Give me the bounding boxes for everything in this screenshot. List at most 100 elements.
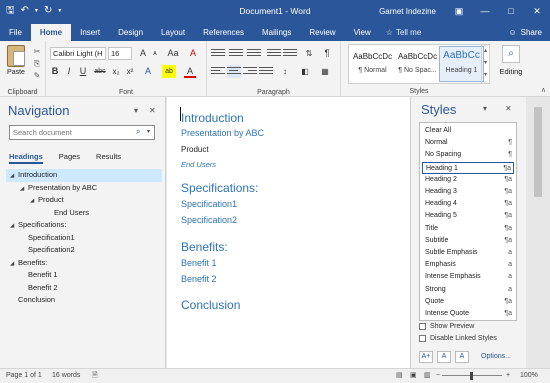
pane-options-icon[interactable]: ▾ — [483, 104, 487, 113]
zoom-slider-knob[interactable] — [470, 372, 473, 380]
tab-home[interactable]: Home — [30, 24, 72, 41]
document-heading[interactable]: Presentation by ABC — [181, 128, 264, 138]
document-heading[interactable]: Specifications: — [181, 181, 258, 195]
tab-references[interactable]: References — [194, 24, 253, 41]
subscript-button[interactable]: x₂ — [110, 65, 122, 78]
tree-item[interactable]: Specification1 — [6, 232, 162, 245]
web-layout-icon[interactable]: ▥ — [424, 369, 431, 383]
zoom-level[interactable]: 100% — [520, 369, 538, 383]
new-style-icon[interactable]: A+ — [419, 351, 433, 363]
style-item[interactable]: Clear All — [422, 125, 514, 137]
numbering-icon[interactable] — [229, 47, 243, 60]
tree-item[interactable]: ◢ Specifications: — [6, 219, 162, 232]
document-heading[interactable]: Product — [181, 145, 209, 154]
show-marks-icon[interactable]: ¶ — [321, 47, 333, 60]
share-button[interactable]: ☺ Share — [508, 24, 550, 41]
maximize-icon[interactable]: □ — [498, 0, 524, 22]
underline-button[interactable]: U — [78, 65, 88, 78]
tree-item[interactable]: ◢ Presentation by ABC — [6, 182, 162, 195]
scroll-thumb[interactable] — [534, 107, 542, 197]
document-heading[interactable]: End Users — [181, 160, 216, 169]
style-item[interactable]: Strong a — [422, 284, 514, 296]
style-normal[interactable]: AaBbCcDc ¶ Normal — [350, 46, 395, 82]
align-right-icon[interactable] — [243, 65, 257, 78]
customize-icon[interactable]: ▾ — [58, 8, 61, 14]
sort-icon[interactable]: ⇅ — [303, 47, 315, 60]
change-case-button[interactable]: Aa — [166, 47, 180, 60]
tab-design[interactable]: Design — [109, 24, 152, 41]
document-heading[interactable]: Benefit 2 — [181, 274, 217, 284]
tab-pages[interactable]: Pages — [59, 152, 80, 164]
save-icon[interactable]: 🖫 — [6, 6, 15, 16]
print-layout-icon[interactable]: ▣ — [410, 369, 417, 383]
document-heading[interactable]: Specification2 — [181, 215, 237, 225]
read-mode-icon[interactable]: ▤ — [396, 369, 403, 383]
tree-item[interactable]: Benefit 1 — [6, 269, 162, 282]
align-center-icon[interactable] — [227, 65, 241, 78]
tab-view[interactable]: View — [345, 24, 380, 41]
style-item[interactable]: Intense Quote ¶a — [422, 308, 514, 320]
minimize-icon[interactable]: — — [472, 0, 498, 22]
tell-me-box[interactable]: ☆ Tell me — [380, 24, 428, 41]
paste-button[interactable]: Paste — [4, 45, 28, 76]
font-name-box[interactable]: Calibri Light (H — [50, 47, 106, 60]
style-item[interactable]: Title ¶a — [422, 223, 514, 235]
bold-button[interactable]: B — [50, 65, 60, 78]
superscript-button[interactable]: x² — [124, 65, 136, 78]
user-name[interactable]: Garnet Indezine — [379, 7, 436, 16]
increase-indent-icon[interactable] — [283, 47, 297, 60]
italic-button[interactable]: I — [64, 65, 74, 78]
borders-icon[interactable]: ▦ — [319, 65, 331, 78]
tree-item[interactable]: ◢ Introduction — [6, 169, 162, 182]
tab-layout[interactable]: Layout — [152, 24, 194, 41]
tree-item[interactable]: Benefit 2 — [6, 282, 162, 295]
justify-icon[interactable] — [259, 65, 273, 78]
collapse-ribbon-icon[interactable]: ∧ — [541, 86, 546, 94]
pane-options-icon[interactable]: ▾ — [134, 106, 138, 115]
manage-styles-icon[interactable]: A — [455, 351, 469, 363]
close-icon[interactable]: ✕ — [149, 106, 156, 115]
tree-item[interactable]: End Users — [6, 207, 162, 220]
proofing-icon[interactable]: 🗎 — [92, 369, 98, 383]
show-preview-checkbox[interactable]: Show Preview — [419, 323, 474, 330]
search-icon[interactable]: ⌕ — [136, 127, 140, 137]
grow-font-button[interactable]: A — [137, 47, 149, 60]
close-icon[interactable]: ✕ — [524, 0, 550, 22]
tab-mailings[interactable]: Mailings — [253, 24, 300, 41]
font-color-button[interactable]: A — [184, 65, 196, 78]
search-input[interactable] — [9, 125, 155, 140]
strikethrough-button[interactable]: abc — [93, 65, 107, 78]
tree-item[interactable]: ◢ Product — [6, 194, 162, 207]
shading-icon[interactable]: ◧ — [299, 65, 311, 78]
align-left-icon[interactable] — [211, 65, 225, 78]
clear-formatting-button[interactable]: A — [186, 47, 200, 60]
style-heading-1[interactable]: AaBbCc Heading 1 — [439, 46, 484, 82]
copy-icon[interactable]: ⎘ — [32, 59, 42, 68]
style-item[interactable]: Normal ¶ — [422, 137, 514, 149]
style-item[interactable]: Heading 5 ¶a — [422, 210, 514, 222]
style-item[interactable]: Intense Emphasis a — [422, 271, 514, 283]
decrease-indent-icon[interactable] — [267, 47, 281, 60]
style-item[interactable]: Heading 4 ¶a — [422, 198, 514, 210]
text-effects-button[interactable]: A — [142, 65, 154, 78]
vertical-scrollbar[interactable] — [526, 97, 550, 368]
bullets-icon[interactable] — [211, 47, 225, 60]
tree-item[interactable]: Conclusion — [6, 294, 162, 307]
page-count[interactable]: Page 1 of 1 — [6, 369, 42, 383]
tab-results[interactable]: Results — [96, 152, 121, 164]
style-item[interactable]: Quote ¶a — [422, 296, 514, 308]
style-item[interactable]: Heading 3 ¶a — [422, 186, 514, 198]
undo-icon[interactable]: ↶ — [21, 6, 29, 16]
multilevel-list-icon[interactable] — [247, 47, 261, 60]
style-item[interactable]: No Spacing ¶ — [422, 149, 514, 161]
document-page[interactable]: Introduction Presentation by ABC Product En… — [167, 97, 410, 368]
close-icon[interactable]: ✕ — [505, 104, 512, 113]
style-inspector-icon[interactable]: A — [437, 351, 451, 363]
tab-review[interactable]: Review — [300, 24, 344, 41]
document-heading[interactable]: Benefits: — [181, 240, 228, 254]
zoom-out-icon[interactable]: − — [436, 369, 440, 383]
shrink-font-button[interactable]: ᴀ — [150, 47, 160, 60]
document-heading[interactable]: Conclusion — [181, 298, 240, 312]
cut-icon[interactable]: ✂ — [32, 47, 42, 56]
editing-button[interactable]: ⌕ Editing — [496, 45, 526, 76]
